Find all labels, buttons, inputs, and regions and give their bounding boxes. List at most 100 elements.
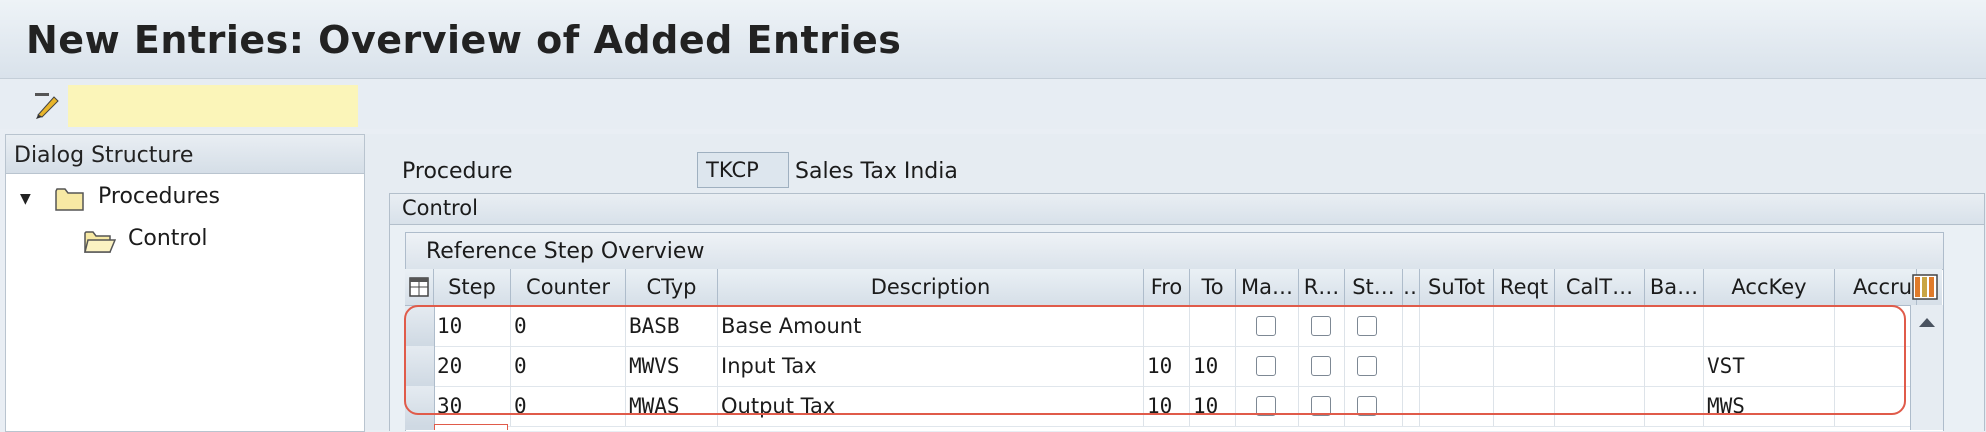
cell-print[interactable] xyxy=(1403,346,1420,386)
cell-manual xyxy=(1236,386,1299,426)
cell-base-type[interactable] xyxy=(1645,386,1704,426)
table-header-row: Step Counter CTyp Description Fro To Ma…… xyxy=(405,269,1942,306)
cell-manual xyxy=(1236,346,1299,386)
column-config-icon[interactable] xyxy=(1907,269,1942,305)
cell-from[interactable]: 10 xyxy=(1144,386,1190,426)
table-title-bar: Reference Step Overview xyxy=(406,233,1943,270)
table-row[interactable]: 10 0 BASB Base Amount xyxy=(405,306,1910,347)
table-row[interactable]: 30 0 MWAS Output Tax 10 10 MWS xyxy=(405,386,1910,427)
col-header-step[interactable]: Step xyxy=(434,269,511,305)
col-header-subtotal[interactable]: SuTot xyxy=(1420,269,1494,305)
cell-acckey[interactable]: MWS xyxy=(1704,386,1835,426)
expand-arrow-icon[interactable]: ▼ xyxy=(20,191,31,207)
control-title: Control xyxy=(402,196,478,220)
col-header-from[interactable]: Fro xyxy=(1144,269,1190,305)
dialog-structure-title: Dialog Structure xyxy=(14,143,194,168)
col-header-acckey[interactable]: AccKey xyxy=(1704,269,1835,305)
manual-checkbox[interactable] xyxy=(1256,316,1276,336)
statistical-checkbox[interactable] xyxy=(1357,356,1377,376)
cell-acckey[interactable]: VST xyxy=(1704,346,1835,386)
dialog-structure-header: Dialog Structure xyxy=(6,135,364,174)
cell-accruals[interactable] xyxy=(1835,386,1910,426)
cell-to[interactable] xyxy=(1190,306,1236,346)
cell-subtotal[interactable] xyxy=(1420,346,1494,386)
required-checkbox[interactable] xyxy=(1311,396,1331,416)
cell-ctyp[interactable]: BASB xyxy=(626,306,718,346)
cell-print[interactable] xyxy=(1403,386,1420,426)
folder-icon xyxy=(55,186,85,218)
cell-requirement[interactable] xyxy=(1494,306,1555,346)
cell-counter[interactable]: 0 xyxy=(511,386,626,426)
row-select-button[interactable] xyxy=(405,346,435,386)
cell-requirement[interactable] xyxy=(1494,346,1555,386)
cell-subtotal[interactable] xyxy=(1420,306,1494,346)
cell-accruals[interactable] xyxy=(1835,346,1910,386)
new-entry-input[interactable] xyxy=(434,424,508,430)
table-row[interactable]: 20 0 MWVS Input Tax 10 10 VST xyxy=(405,346,1910,387)
row-select-button[interactable] xyxy=(405,386,435,426)
col-header-requirement[interactable]: Reqt xyxy=(1494,269,1555,305)
cell-calc-type[interactable] xyxy=(1555,386,1645,426)
cell-manual xyxy=(1236,306,1299,346)
control-header: Control xyxy=(390,194,1984,225)
row-select-button[interactable] xyxy=(405,306,435,346)
cell-counter[interactable]: 0 xyxy=(511,346,626,386)
manual-checkbox[interactable] xyxy=(1256,396,1276,416)
statistical-checkbox[interactable] xyxy=(1357,316,1377,336)
required-checkbox[interactable] xyxy=(1311,356,1331,376)
change-display-icon[interactable] xyxy=(32,89,62,119)
cell-description: Base Amount xyxy=(718,306,1144,346)
cell-base-type[interactable] xyxy=(1645,306,1704,346)
cell-base-type[interactable] xyxy=(1645,346,1704,386)
col-header-ctyp[interactable]: CTyp xyxy=(626,269,718,305)
col-header-counter[interactable]: Counter xyxy=(511,269,626,305)
cell-statistical xyxy=(1345,346,1403,386)
cell-required xyxy=(1299,386,1345,426)
cell-statistical xyxy=(1345,386,1403,426)
col-header-print[interactable]: … xyxy=(1403,269,1420,305)
cell-from[interactable]: 10 xyxy=(1144,346,1190,386)
cell-description: Input Tax xyxy=(718,346,1144,386)
cell-step[interactable]: 10 xyxy=(434,306,511,346)
col-header-to[interactable]: To xyxy=(1190,269,1236,305)
cell-ctyp[interactable]: MWVS xyxy=(626,346,718,386)
cell-required xyxy=(1299,346,1345,386)
col-header-accruals[interactable]: Accru xyxy=(1835,269,1917,305)
cell-calc-type[interactable] xyxy=(1555,346,1645,386)
cell-from[interactable] xyxy=(1144,306,1190,346)
statistical-checkbox[interactable] xyxy=(1357,396,1377,416)
col-header-calc-type[interactable]: CalT… xyxy=(1555,269,1645,305)
col-header-required[interactable]: R… xyxy=(1299,269,1345,305)
page-title: New Entries: Overview of Added Entries xyxy=(26,18,902,62)
required-checkbox[interactable] xyxy=(1311,316,1331,336)
cell-requirement[interactable] xyxy=(1494,386,1555,426)
row-select-button[interactable] xyxy=(405,426,434,430)
cell-to[interactable]: 10 xyxy=(1190,346,1236,386)
cell-step[interactable]: 30 xyxy=(434,386,511,426)
tree-item-label: Control xyxy=(128,226,208,251)
procedure-field[interactable]: TKCP xyxy=(697,152,789,188)
cell-acckey[interactable] xyxy=(1704,306,1835,346)
table-settings-icon[interactable] xyxy=(405,269,434,305)
cell-subtotal[interactable] xyxy=(1420,386,1494,426)
cell-calc-type[interactable] xyxy=(1555,306,1645,346)
dialog-structure-panel: Dialog Structure xyxy=(5,134,365,432)
col-header-description[interactable]: Description xyxy=(718,269,1144,305)
tree-item-control[interactable]: Control xyxy=(80,222,360,260)
cell-accruals[interactable] xyxy=(1835,306,1910,346)
tree-item-procedures[interactable]: ▼ Procedures xyxy=(20,180,360,218)
cell-required xyxy=(1299,306,1345,346)
cell-ctyp[interactable]: MWAS xyxy=(626,386,718,426)
col-header-statistical[interactable]: St… xyxy=(1345,269,1403,305)
cell-counter[interactable]: 0 xyxy=(511,306,626,346)
col-header-base-type[interactable]: Ba… xyxy=(1645,269,1704,305)
col-header-manual[interactable]: Ma… xyxy=(1236,269,1299,305)
title-bar: New Entries: Overview of Added Entries xyxy=(0,0,1986,79)
cell-statistical xyxy=(1345,306,1403,346)
manual-checkbox[interactable] xyxy=(1256,356,1276,376)
cell-step[interactable]: 20 xyxy=(434,346,511,386)
scroll-up-icon[interactable] xyxy=(1918,313,1936,332)
vertical-scrollbar[interactable] xyxy=(1910,305,1943,430)
cell-to[interactable]: 10 xyxy=(1190,386,1236,426)
cell-print[interactable] xyxy=(1403,306,1420,346)
